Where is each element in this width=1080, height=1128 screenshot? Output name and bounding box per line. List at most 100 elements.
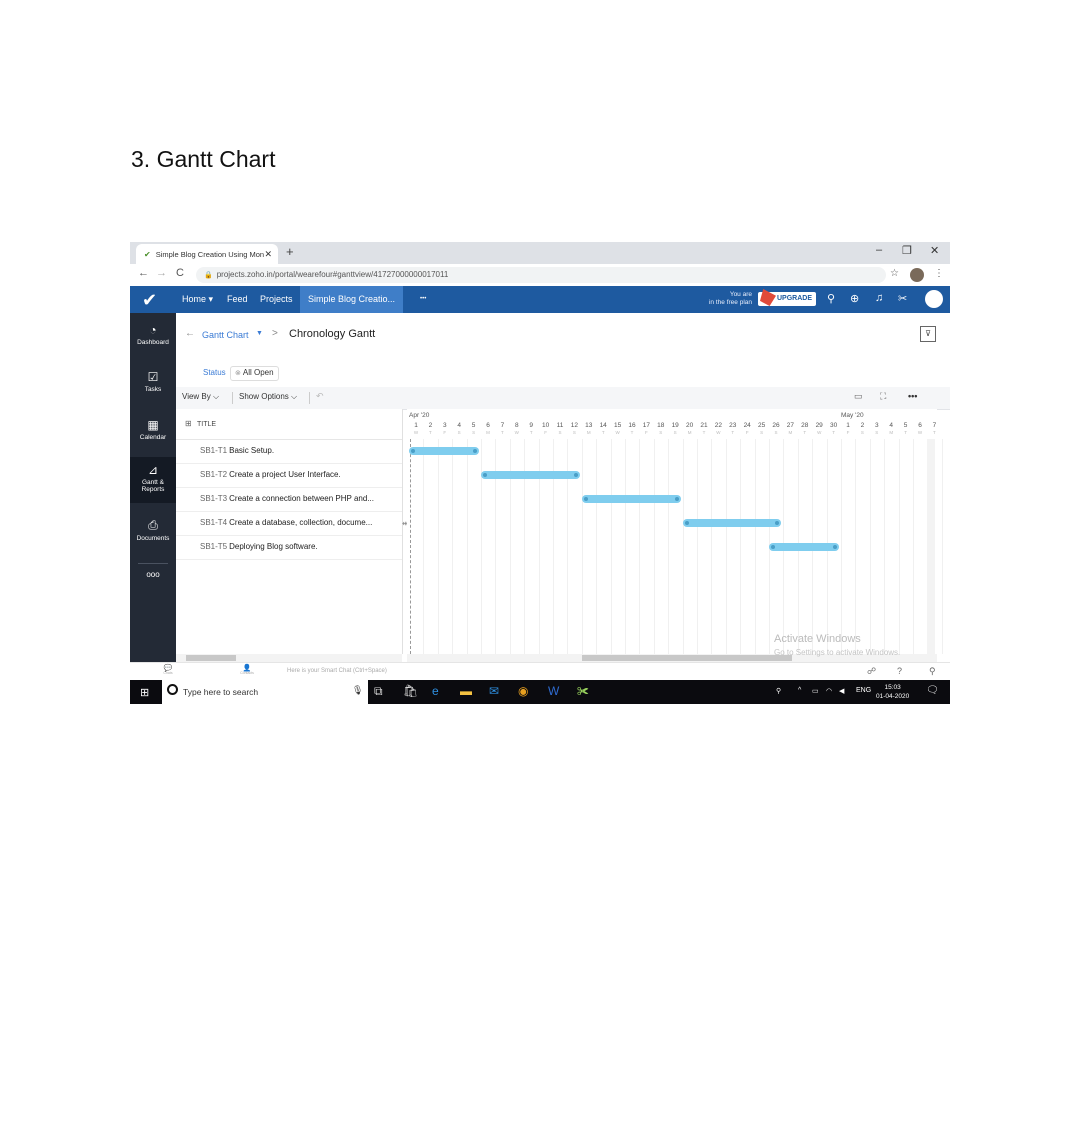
nav-projects[interactable]: Projects bbox=[260, 286, 293, 313]
sidebar-item-calendar[interactable]: ▦ Calendar bbox=[130, 418, 176, 441]
gantt-task-bar[interactable] bbox=[481, 471, 580, 479]
mail-icon[interactable]: ✉ bbox=[489, 684, 499, 698]
task-row[interactable]: SB1-T2 Create a project User Interface. bbox=[176, 463, 402, 488]
task-name[interactable]: Create a project User Interface. bbox=[229, 470, 341, 479]
user-avatar[interactable] bbox=[925, 290, 943, 308]
browser-tab[interactable]: ✔ Simple Blog Creation Using Mon ✕ bbox=[136, 244, 278, 264]
help-icon[interactable]: ? bbox=[897, 666, 902, 676]
edge-browser-icon[interactable]: e bbox=[432, 684, 439, 698]
bell-icon[interactable]: ♫ bbox=[875, 292, 883, 304]
clock[interactable]: 15:03 01-04-2020 bbox=[876, 683, 909, 701]
task-name[interactable]: Create a connection between PHP and... bbox=[229, 494, 374, 503]
scrollbar-thumb[interactable] bbox=[582, 655, 792, 661]
dependency-handle[interactable] bbox=[775, 521, 780, 525]
dependency-handle[interactable] bbox=[833, 545, 837, 549]
task-row[interactable]: SB1-T1 Basic Setup. bbox=[176, 439, 402, 464]
restore-icon[interactable]: ❐ bbox=[902, 244, 912, 257]
show-options-dropdown[interactable]: Show Options ⌵ bbox=[239, 392, 297, 402]
caret-down-icon[interactable]: ▼ bbox=[256, 330, 263, 337]
zoho-projects-logo-icon[interactable]: ✔ bbox=[142, 290, 157, 311]
vertical-scrollbar[interactable] bbox=[927, 439, 935, 654]
bot-icon[interactable]: ☍ bbox=[867, 666, 876, 677]
sidebar-more-icon[interactable]: ooo bbox=[130, 570, 176, 579]
smart-chat-input[interactable]: Here is your Smart Chat (Ctrl+Space) bbox=[287, 668, 767, 674]
contacts-button[interactable]: 👤 Contacts bbox=[232, 664, 262, 675]
microphone-icon[interactable]: 🎙 bbox=[352, 685, 363, 696]
forward-icon[interactable]: → bbox=[156, 267, 167, 279]
task-id: SB1-T4 bbox=[200, 518, 228, 527]
people-icon[interactable]: ⚲ bbox=[776, 687, 781, 695]
dependency-handle[interactable] bbox=[771, 545, 775, 549]
sidebar-item-tasks[interactable]: ☑ Tasks bbox=[130, 370, 176, 393]
taskbar-search-box[interactable]: Type here to search 🎙 bbox=[162, 680, 368, 704]
status-filter-pill[interactable]: ⊗ All Open bbox=[230, 366, 279, 381]
weekday-label: F bbox=[544, 430, 547, 435]
nav-more-icon[interactable]: ••• bbox=[420, 286, 426, 313]
chat-search-icon[interactable]: ⚲ bbox=[929, 666, 936, 677]
wifi-icon[interactable]: ◠ bbox=[826, 687, 832, 695]
action-center-icon[interactable]: 🗨 bbox=[926, 685, 939, 696]
url-field[interactable]: 🔒 projects.zoho.in/portal/wearefour#gantt… bbox=[196, 267, 886, 283]
clear-circle-icon[interactable]: ⊗ bbox=[235, 370, 241, 377]
bookmark-star-icon[interactable]: ☆ bbox=[890, 268, 899, 279]
add-circle-icon[interactable]: ⊕ bbox=[850, 292, 859, 305]
nav-home[interactable]: Home ▾ bbox=[182, 286, 213, 313]
sidebar-item-documents[interactable]: ⎙ Documents bbox=[130, 518, 176, 542]
task-view-icon[interactable]: ⧉ bbox=[374, 684, 383, 699]
dependency-handle[interactable] bbox=[573, 473, 578, 477]
sidebar-item-dashboard[interactable]: ◔ Dashboard bbox=[130, 323, 176, 346]
dependency-handle[interactable] bbox=[411, 449, 415, 453]
task-name[interactable]: Basic Setup. bbox=[229, 446, 274, 455]
dependency-handle[interactable] bbox=[483, 473, 487, 477]
fullscreen-icon[interactable]: ⛶ bbox=[880, 391, 886, 402]
scrollbar-thumb[interactable] bbox=[186, 655, 236, 661]
chats-button[interactable]: 💬 Chats bbox=[153, 664, 183, 675]
windows-start-icon[interactable]: ⊞ bbox=[140, 686, 149, 699]
task-row[interactable]: SB1-T4 Create a database, collection, doc… bbox=[176, 511, 402, 536]
battery-icon[interactable]: ▭ bbox=[812, 687, 819, 695]
chrome-icon[interactable]: ◉ bbox=[518, 684, 528, 698]
gantt-task-bar[interactable] bbox=[581, 495, 681, 503]
store-icon[interactable]: 🛍 bbox=[403, 684, 418, 698]
view-switcher[interactable]: Gantt Chart bbox=[202, 330, 249, 340]
volume-icon[interactable]: ◀ bbox=[839, 687, 844, 695]
minimize-icon[interactable]: – bbox=[876, 244, 882, 256]
gantt-task-bar[interactable] bbox=[682, 519, 782, 527]
list-horizontal-scrollbar[interactable] bbox=[176, 654, 402, 662]
undo-icon[interactable]: ↶ bbox=[316, 391, 324, 402]
snip-tool-icon[interactable]: ✀ bbox=[577, 684, 589, 699]
filter-funnel-icon[interactable]: ⊽ bbox=[920, 326, 936, 342]
dependency-handle[interactable] bbox=[674, 497, 679, 501]
close-window-icon[interactable]: ✕ bbox=[930, 244, 939, 257]
language-indicator[interactable]: ENG bbox=[856, 687, 871, 694]
sidebar-item-gantt-reports[interactable]: ⊿ Gantt & Reports bbox=[130, 457, 176, 503]
dependency-handle[interactable] bbox=[583, 497, 588, 501]
dependency-handle[interactable] bbox=[684, 521, 689, 525]
back-icon[interactable]: ← bbox=[138, 267, 149, 279]
dependency-handle[interactable] bbox=[473, 449, 477, 453]
nav-feed[interactable]: Feed bbox=[227, 286, 248, 313]
search-icon[interactable]: ⚲ bbox=[827, 292, 835, 305]
task-row[interactable]: SB1-T5 Deploying Blog software. bbox=[176, 535, 402, 560]
upgrade-button[interactable]: UPGRADE bbox=[758, 289, 816, 306]
settings-tools-icon[interactable]: ✂ bbox=[898, 292, 907, 305]
back-arrow-icon[interactable]: ← bbox=[185, 328, 195, 339]
gantt-task-bar[interactable] bbox=[769, 543, 839, 551]
new-tab-button[interactable]: + bbox=[286, 244, 294, 259]
task-row[interactable]: SB1-T3 Create a connection between PHP an… bbox=[176, 487, 402, 512]
profile-avatar-icon[interactable] bbox=[910, 268, 924, 282]
menu-kebab-icon[interactable]: ⋮ bbox=[934, 268, 944, 279]
tray-overflow-icon[interactable]: ^ bbox=[798, 687, 801, 694]
gantt-task-bar[interactable] bbox=[409, 447, 479, 455]
view-by-dropdown[interactable]: View By ⌵ bbox=[182, 392, 219, 402]
more-options-icon[interactable]: ••• bbox=[908, 391, 917, 401]
word-icon[interactable]: W bbox=[548, 684, 559, 698]
baseline-icon[interactable]: ▭ bbox=[854, 391, 863, 402]
column-settings-icon[interactable]: ⊞ bbox=[185, 419, 192, 428]
close-tab-icon[interactable]: ✕ bbox=[264, 249, 272, 260]
task-name[interactable]: Deploying Blog software. bbox=[229, 542, 318, 551]
task-name[interactable]: Create a database, collection, docume... bbox=[229, 518, 372, 527]
reload-icon[interactable]: C bbox=[176, 267, 184, 279]
nav-current-project[interactable]: Simple Blog Creatio... bbox=[300, 286, 404, 313]
file-explorer-icon[interactable]: ▬ bbox=[460, 684, 472, 698]
